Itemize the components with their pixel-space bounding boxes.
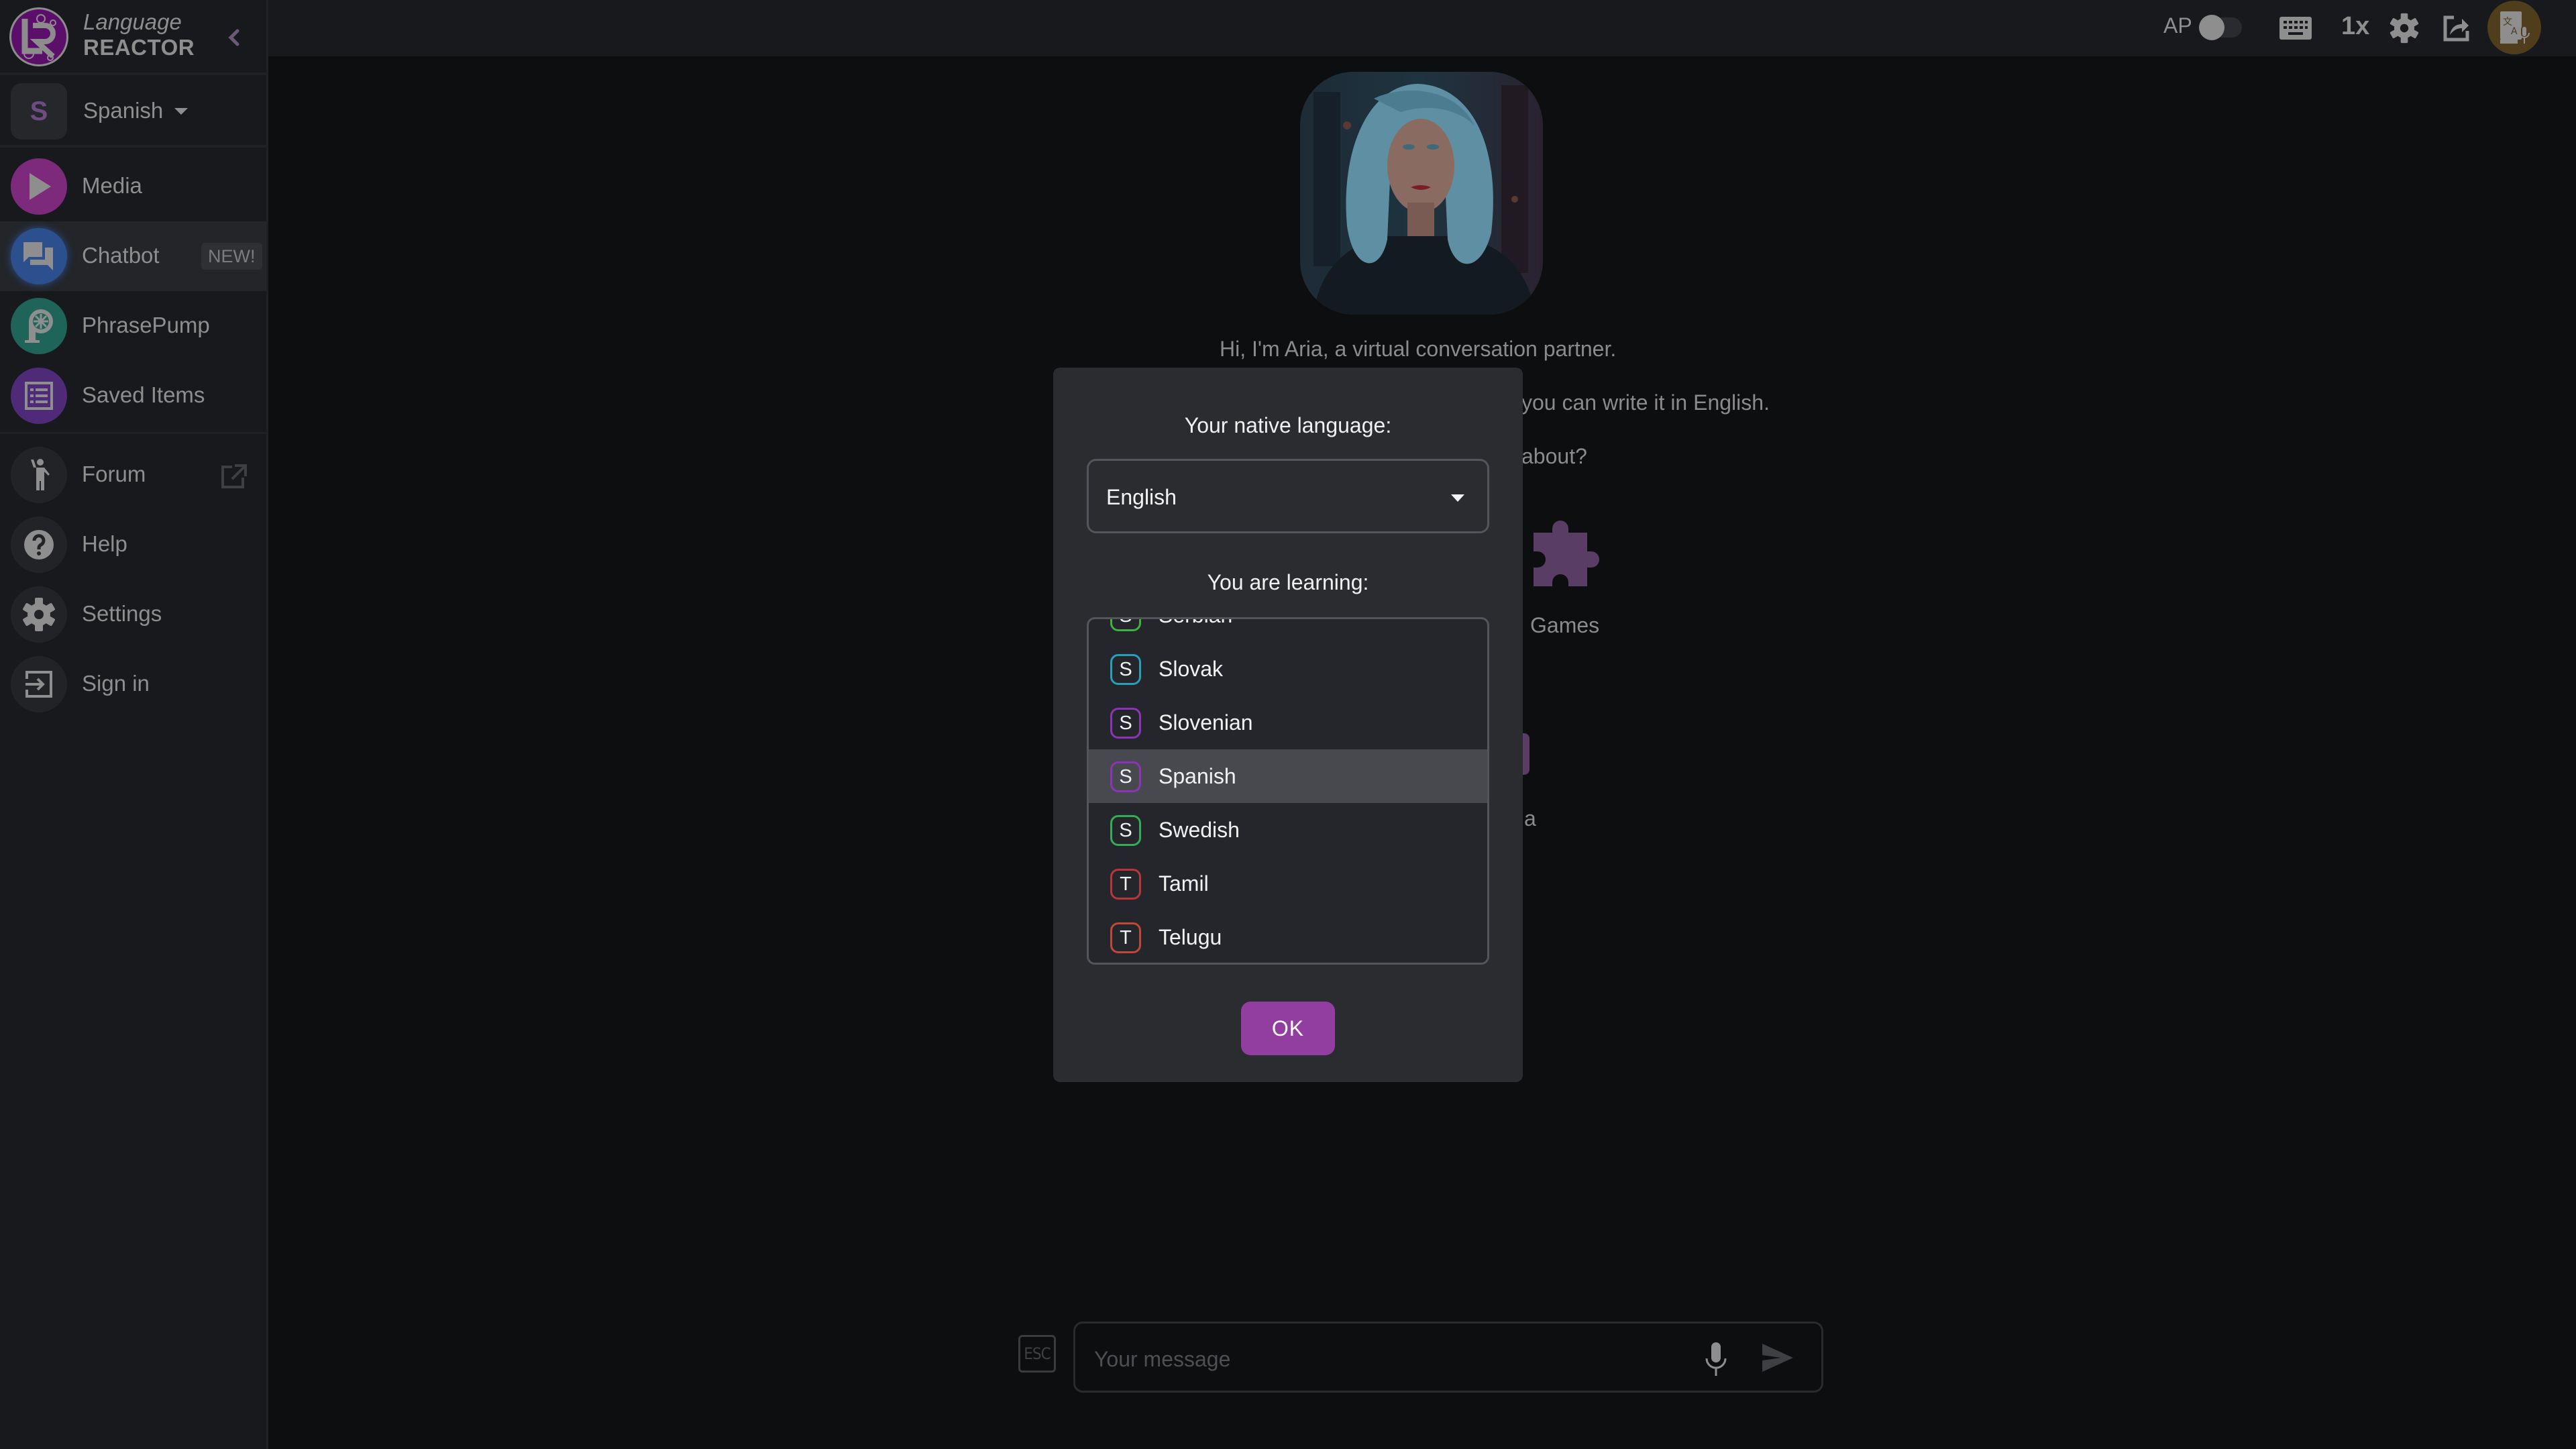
sidebar-item-saved-items[interactable]: Saved Items — [0, 361, 266, 431]
sidebar-item-settings[interactable]: Settings — [0, 580, 266, 649]
send-button[interactable] — [1761, 1342, 1794, 1376]
sidebar-item-label: Media — [82, 173, 142, 198]
translate-mic-icon: 文 A — [2500, 11, 2530, 44]
sidebar-item-label: Chatbot — [82, 243, 160, 268]
sidebar-item-label: Sign in — [82, 671, 150, 696]
esc-button[interactable]: ESC — [1018, 1335, 1056, 1373]
gear-icon — [2390, 13, 2419, 44]
native-language-label: Your native language: — [1184, 413, 1392, 437]
language-option-label: Tamil — [1159, 871, 1209, 896]
logo-text-language: Language — [83, 9, 182, 34]
sidebar: Language REACTOR S Spanish Media Chatbot… — [0, 0, 268, 1449]
language-letter-badge: T — [1110, 922, 1141, 953]
language-letter-badge: S — [1110, 761, 1141, 792]
message-composer — [1073, 1322, 1823, 1393]
intro-line: about? — [1521, 444, 1587, 468]
language-badge: S — [11, 83, 67, 140]
settings-button[interactable] — [2388, 12, 2420, 44]
language-option-label: Telugu — [1159, 925, 1222, 949]
language-option-label: Spanish — [1159, 764, 1236, 788]
language-options: S Serbian S Slovak S Slovenian S Spanish S Swedis… — [1089, 619, 1487, 963]
learning-language-list[interactable]: S Serbian S Slovak S Slovenian S Spanish S Swedis… — [1087, 617, 1489, 965]
language-option-label: Swedish — [1159, 818, 1240, 842]
phrasepump-icon — [11, 298, 67, 354]
help-icon — [11, 517, 67, 573]
native-language-value: English — [1106, 485, 1177, 509]
learning-language-selector[interactable]: S Spanish — [0, 78, 266, 148]
intro-line: you can write it in English. — [1521, 390, 1770, 415]
language-name: Spanish — [83, 98, 164, 123]
new-badge: NEW! — [201, 243, 262, 270]
keyboard-icon — [2279, 17, 2312, 40]
dictionary-profile-button[interactable]: 文 A — [2487, 1, 2541, 54]
language-option-serbian[interactable]: S Serbian — [1089, 619, 1487, 642]
language-option-label: Serbian — [1159, 619, 1232, 628]
sidebar-item-media[interactable]: Media — [0, 152, 266, 221]
sidebar-item-label: Forum — [82, 462, 146, 486]
top-bar: AP 1x 文 A — [268, 0, 2576, 56]
sidebar-item-label: PhrasePump — [82, 313, 210, 337]
sidebar-item-label: Help — [82, 531, 127, 556]
autopause-label: AP — [2163, 13, 2192, 38]
app-root: Language REACTOR S Spanish Media Chatbot… — [0, 0, 2576, 1449]
playback-speed-button[interactable]: 1x — [2341, 12, 2369, 41]
message-input[interactable] — [1094, 1342, 1684, 1376]
aria-avatar — [1300, 72, 1543, 315]
logo-row: Language REACTOR — [0, 0, 266, 75]
sidebar-item-forum[interactable]: Forum — [0, 440, 266, 510]
share-icon — [2443, 15, 2469, 42]
native-language-select[interactable]: English — [1087, 459, 1489, 533]
gear-icon — [11, 586, 67, 643]
language-setup-dialog: Your native language: English You are le… — [1053, 368, 1523, 1082]
language-letter-badge: S — [1110, 815, 1141, 846]
keyboard-shortcuts-button[interactable] — [2279, 12, 2312, 44]
list-icon — [11, 368, 67, 424]
language-reactor-logo[interactable] — [9, 7, 68, 66]
sign-in-icon — [11, 656, 67, 712]
logo-text-reactor: REACTOR — [83, 35, 195, 60]
ok-button[interactable]: OK — [1241, 1002, 1335, 1055]
language-option-slovak[interactable]: S Slovak — [1089, 642, 1487, 696]
share-button[interactable] — [2440, 12, 2473, 44]
svg-text:A: A — [2511, 26, 2518, 37]
language-option-label: Slovak — [1159, 657, 1224, 681]
language-option-telugu[interactable]: T Telugu — [1089, 910, 1487, 963]
language-letter-badge: S — [1110, 654, 1141, 685]
microphone-button[interactable] — [1703, 1341, 1735, 1376]
language-letter-badge: S — [1110, 619, 1141, 631]
person-waving-icon — [11, 447, 67, 503]
sidebar-item-label: Settings — [82, 601, 162, 626]
send-icon — [1762, 1344, 1793, 1372]
language-option-swedish[interactable]: S Swedish — [1089, 803, 1487, 857]
puzzle-icon — [1534, 521, 1599, 586]
sidebar-divider — [0, 432, 266, 434]
partial-icon — [1523, 733, 1529, 775]
collapse-sidebar-button[interactable] — [221, 24, 248, 51]
language-option-tamil[interactable]: T Tamil — [1089, 857, 1487, 910]
caret-down-icon — [174, 108, 188, 115]
external-link-icon — [220, 463, 247, 490]
feature-label: a — [1524, 806, 1536, 830]
language-letter-badge: T — [1110, 869, 1141, 900]
play-icon — [11, 158, 67, 215]
learning-language-label: You are learning: — [1207, 570, 1369, 594]
autopause-toggle[interactable] — [2199, 15, 2242, 40]
language-letter-badge: S — [1110, 708, 1141, 739]
microphone-icon — [1705, 1342, 1727, 1376]
sidebar-item-phrasepump[interactable]: PhrasePump — [0, 291, 266, 361]
sidebar-item-sign-in[interactable]: Sign in — [0, 649, 266, 719]
chevron-left-icon — [228, 29, 239, 46]
sidebar-item-label: Saved Items — [82, 382, 205, 407]
language-option-spanish[interactable]: S Spanish — [1089, 749, 1487, 803]
intro-line: Hi, I'm Aria, a virtual conversation par… — [1220, 337, 1617, 361]
language-option-label: Slovenian — [1159, 710, 1253, 735]
chat-icon — [11, 228, 67, 284]
caret-down-icon — [1451, 494, 1464, 502]
language-option-slovenian[interactable]: S Slovenian — [1089, 696, 1487, 749]
toggle-knob — [2199, 15, 2224, 40]
feature-label: Games — [1530, 613, 1600, 637]
sidebar-item-chatbot[interactable]: Chatbot NEW! — [0, 221, 266, 291]
sidebar-item-help[interactable]: Help — [0, 510, 266, 580]
